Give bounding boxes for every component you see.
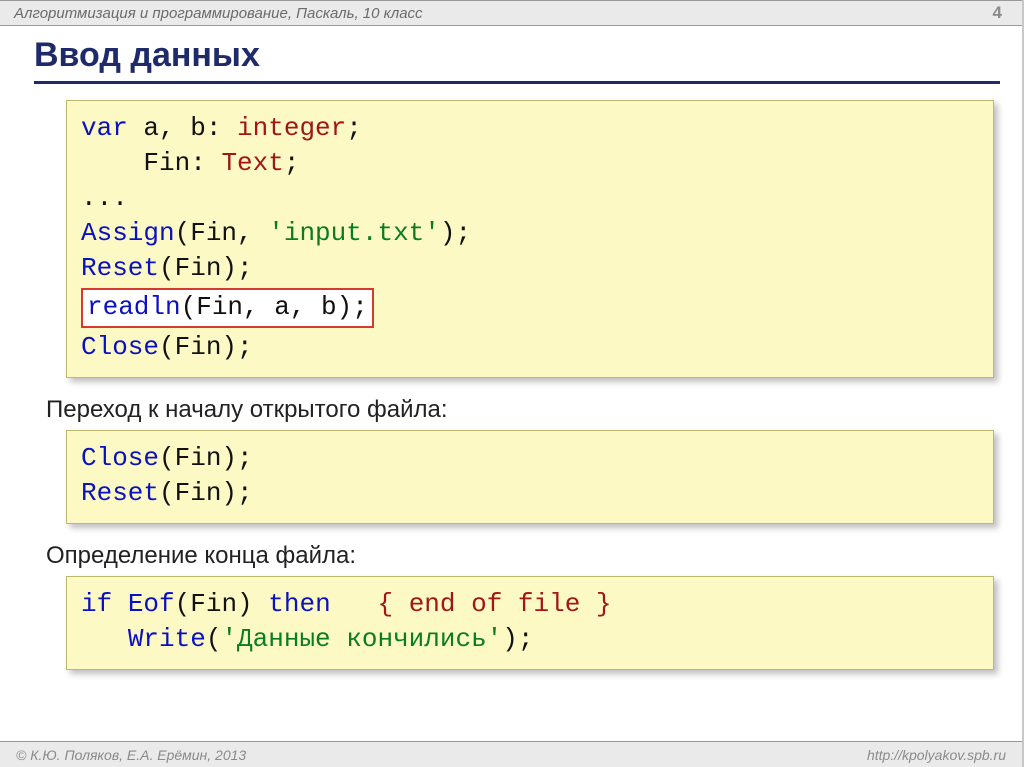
code-text: a, b:	[128, 113, 237, 143]
fn-reset: Reset	[81, 478, 159, 508]
fn-readln: readln	[87, 292, 181, 322]
subheading-2: Определение конца файла:	[46, 542, 1000, 570]
kw-integer: integer	[237, 113, 346, 143]
fn-assign: Assign	[81, 218, 175, 248]
code-block-2: Close(Fin); Reset(Fin);	[66, 430, 994, 524]
fn-eof: Eof	[128, 589, 175, 619]
code-text: (Fin);	[159, 253, 253, 283]
comment: { end of file }	[378, 589, 612, 619]
fn-close: Close	[81, 332, 159, 362]
page-title: Ввод данных	[34, 36, 1000, 84]
kw-text: Text	[221, 148, 283, 178]
code-text	[112, 589, 128, 619]
code-block-3: if Eof(Fin) then { end of file } Write('…	[66, 576, 994, 670]
footer-right: http://kpolyakov.spb.ru	[867, 747, 1006, 763]
code-text: );	[440, 218, 471, 248]
code-text: Fin:	[81, 148, 221, 178]
code-block-1: var a, b: integer; Fin: Text; ... Assign…	[66, 100, 994, 378]
code-text: );	[502, 624, 533, 654]
code-text	[81, 624, 128, 654]
kw-then: then	[268, 589, 330, 619]
subheading-1: Переход к началу открытого файла:	[46, 396, 1000, 424]
code-text: (Fin, a, b);	[181, 292, 368, 322]
highlighted-line: readln(Fin, a, b);	[81, 288, 374, 327]
code-text	[331, 589, 378, 619]
string-literal: 'Данные кончились'	[221, 624, 502, 654]
topbar: Алгоритмизация и программирование, Паска…	[0, 0, 1022, 26]
footer: © К.Ю. Поляков, Е.А. Ерёмин, 2013 http:/…	[0, 741, 1022, 767]
kw-var: var	[81, 113, 128, 143]
code-text: ;	[284, 148, 300, 178]
code-text: (Fin);	[159, 443, 253, 473]
code-text: (Fin)	[175, 589, 269, 619]
fn-write: Write	[128, 624, 206, 654]
footer-left: © К.Ю. Поляков, Е.А. Ерёмин, 2013	[16, 747, 246, 763]
page-number: 4	[993, 3, 1008, 23]
breadcrumb: Алгоритмизация и программирование, Паска…	[14, 5, 423, 22]
code-text: ;	[346, 113, 362, 143]
fn-reset: Reset	[81, 253, 159, 283]
fn-close: Close	[81, 443, 159, 473]
code-text: (Fin);	[159, 332, 253, 362]
string-literal: 'input.txt'	[268, 218, 440, 248]
slide-content: Ввод данных var a, b: integer; Fin: Text…	[34, 36, 1000, 688]
code-text: ...	[81, 183, 128, 213]
code-text: (Fin);	[159, 478, 253, 508]
code-text: (	[206, 624, 222, 654]
kw-if: if	[81, 589, 112, 619]
code-text: (Fin,	[175, 218, 269, 248]
